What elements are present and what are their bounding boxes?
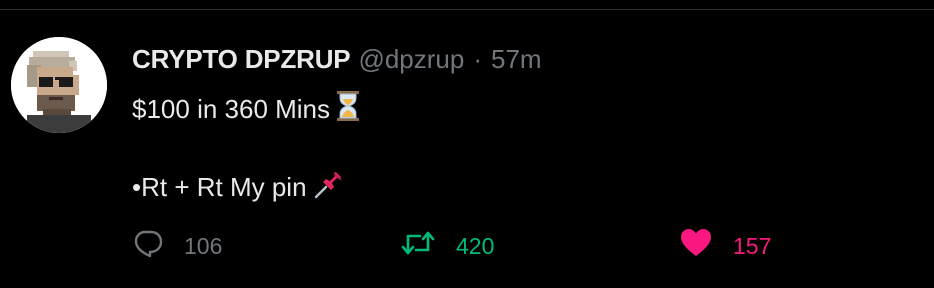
tweet-text-line-2: •Rt + Rt My pin bbox=[132, 168, 345, 206]
separator-dot: · bbox=[473, 44, 483, 74]
tweet[interactable]: CRYPTO DPZRUP @dpzrup · 57m $100 in 360 … bbox=[0, 10, 934, 288]
reply-button[interactable]: 106 bbox=[132, 226, 222, 266]
like-button[interactable]: 157 bbox=[679, 226, 771, 266]
reply-icon bbox=[132, 227, 164, 265]
tweet-text-1: $100 in 360 Mins bbox=[132, 94, 331, 124]
tweet-text-line-1: $100 in 360 Mins bbox=[132, 90, 360, 128]
avatar[interactable] bbox=[11, 37, 107, 133]
pushpin-icon bbox=[313, 168, 345, 206]
pixel-avatar-icon bbox=[11, 37, 107, 133]
heart-icon bbox=[679, 227, 713, 265]
timestamp[interactable]: 57m bbox=[491, 44, 542, 74]
display-name[interactable]: CRYPTO DPZRUP bbox=[132, 44, 351, 74]
retweet-button[interactable]: 420 bbox=[400, 226, 494, 266]
retweet-count: 420 bbox=[456, 232, 495, 259]
like-count: 157 bbox=[733, 232, 772, 259]
tweet-header: CRYPTO DPZRUP @dpzrup · 57m bbox=[132, 44, 542, 74]
top-divider bbox=[0, 0, 934, 10]
hourglass-icon bbox=[336, 90, 360, 128]
user-handle[interactable]: @dpzrup bbox=[358, 44, 464, 74]
reply-count: 106 bbox=[184, 232, 223, 259]
tweet-text-2: •Rt + Rt My pin bbox=[132, 172, 307, 202]
retweet-icon bbox=[400, 227, 436, 265]
tweet-actions: 106 420 157 bbox=[132, 226, 912, 266]
